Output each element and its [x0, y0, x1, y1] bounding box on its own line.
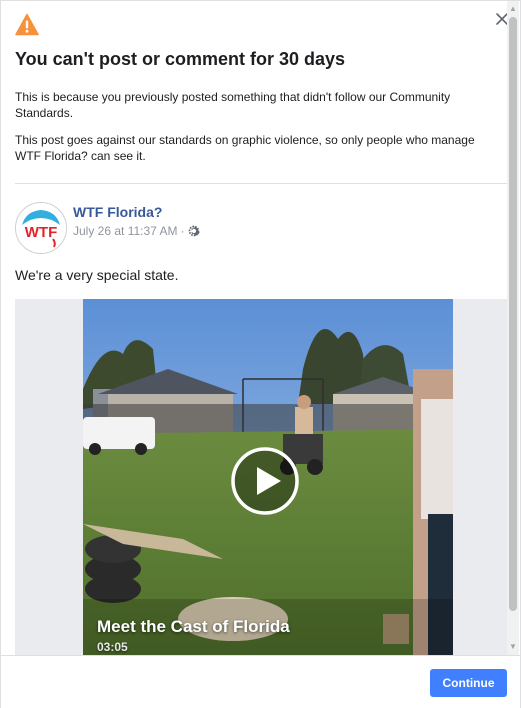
scroll-down-icon[interactable]: ▼: [507, 641, 519, 653]
play-icon[interactable]: [230, 446, 300, 516]
gear-icon[interactable]: [188, 225, 200, 237]
scrollbar[interactable]: ▲ ▼: [507, 1, 519, 655]
page-avatar[interactable]: WTF: [15, 202, 67, 254]
wtf-logo: WTF: [16, 203, 66, 253]
continue-button[interactable]: Continue: [430, 669, 507, 697]
violation-explanation: This post goes against our standards on …: [15, 133, 475, 163]
dialog-scroll-area: You can't post or comment for 30 days Th…: [1, 1, 508, 655]
post-meta: July 26 at 11:37 AM ·: [73, 224, 200, 238]
video-duration: 03:05: [97, 640, 128, 654]
video-title: Meet the Cast of Florida: [97, 617, 290, 636]
post-text: We're a very special state.: [15, 267, 179, 283]
page-name-link[interactable]: WTF Florida?: [73, 204, 162, 220]
post-timestamp[interactable]: July 26 at 11:37 AM: [73, 224, 178, 238]
meta-separator: ·: [180, 224, 185, 238]
svg-text:WTF: WTF: [25, 224, 57, 241]
video-container: Meet the Cast of Florida 03:05: [15, 299, 508, 655]
dialog-footer: Continue: [1, 655, 520, 708]
scrollbar-thumb[interactable]: [509, 17, 517, 611]
dialog-title: You can't post or comment for 30 days: [15, 49, 346, 69]
warning-icon: [15, 13, 39, 36]
scroll-up-icon[interactable]: ▲: [507, 3, 519, 15]
restriction-reason: This is because you previously posted so…: [15, 90, 451, 120]
divider: [15, 183, 508, 184]
restriction-dialog: You can't post or comment for 30 days Th…: [0, 0, 521, 708]
video-player[interactable]: Meet the Cast of Florida 03:05: [83, 299, 453, 655]
